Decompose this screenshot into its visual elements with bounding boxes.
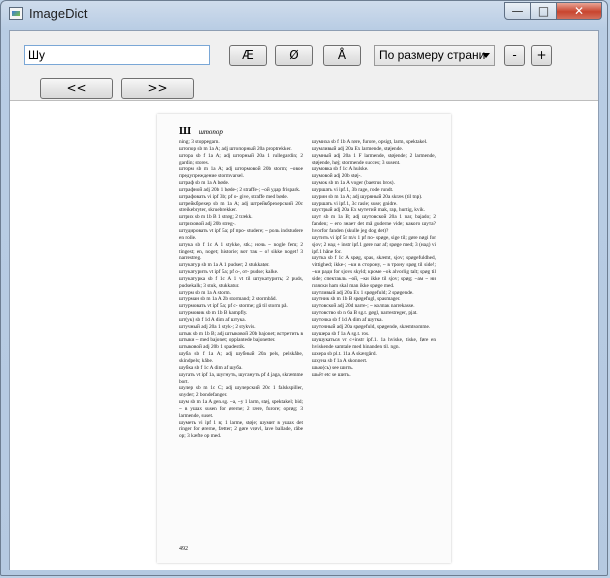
dictionary-entry: шьёт etc se шить. (312, 371, 351, 378)
page-header: Ш штопор (179, 125, 223, 137)
dictionary-entry: штык sb m 1b B; adj штыковой 20b bajonet… (179, 330, 303, 344)
dictionary-entry: шторм sb m 1a A; adj штормовой 20b storm… (179, 166, 303, 180)
zoom-out-button[interactable]: - (504, 45, 525, 66)
dictionary-entry: штраф sb m 1a A bøde. (179, 180, 230, 187)
dictionary-entry: штурмовик sb m 1b B kampfly. (179, 310, 248, 317)
dictionary-entry: шутка sb f 1c A spøg, spas, skæmt, sjov;… (312, 255, 436, 289)
dictionary-entry: штора sb f 1a A; adj шторный 20a 1 rulle… (179, 152, 303, 166)
dictionary-entry: шуточный adj 20a spøgefuld, spøgende, sk… (312, 323, 431, 330)
dictionary-entry: шхера sb pl.t. 11a A skærgård. (312, 351, 377, 358)
dictionary-entry: шум sb m 1a A gen.sg. ~a, ~у 1 larm, stø… (179, 399, 303, 419)
zoom-select-value: По размеру страни (379, 48, 486, 62)
dictionary-entry: ning; 3 stoppegarn. (179, 139, 220, 145)
zoom-select[interactable]: По размеру страни (374, 45, 495, 66)
dictionary-entry: шью(сь) see шить. (312, 364, 354, 371)
page-number: 492 (179, 546, 188, 552)
letter-a-ring-button[interactable]: Å (323, 45, 361, 66)
dictionary-entry: шхуна sb f 1a A skonnert. (312, 358, 368, 364)
running-head: штопор (198, 128, 223, 136)
letter-o-slash-button[interactable]: Ø (275, 45, 313, 66)
dictionary-entry: штрейкбрехер sb m 1a A; adj штрейкбрехер… (179, 200, 303, 214)
dictionary-entry: шуметь vi ipf 1 в; 1 larme, støje; шумит… (179, 419, 303, 440)
dictionary-page: Ш штопор ning; 3 stoppegarn. штопор sb m … (157, 114, 451, 563)
page-viewer[interactable]: Ш штопор ning; 3 stoppegarn. штопор sb m … (10, 100, 598, 570)
app-icon (9, 7, 23, 20)
close-button[interactable]: ✕ (556, 2, 602, 20)
zoom-in-button[interactable]: + (531, 45, 552, 66)
dictionary-entry: штукатурка sb f 1c A 1 vt til штукатурит… (179, 275, 303, 289)
dictionary-entry: штопор sb m 1a A; adj штопорный 20a prop… (179, 145, 292, 152)
dictionary-entry: шумок sb m 1a A voger (baetrus bros). (312, 180, 395, 187)
maximize-button[interactable]: □ (530, 2, 557, 20)
window-title: ImageDict (29, 6, 88, 21)
minimize-button[interactable]: — (504, 2, 531, 20)
dictionary-entry: штукатур sb m 1a A 1 pudser; 2 stukkatør… (179, 262, 270, 269)
dictionary-entry: штучный adj 20a 1 styk-; 2 stykvis. (179, 323, 256, 330)
right-column: шумиха sb f 1b A røre, furore, opsigt, l… (312, 139, 436, 469)
dictionary-entry: шулер sb m 1c C; adj шулерский 20c 1 fal… (179, 385, 303, 399)
chevron-down-icon (482, 53, 490, 58)
dictionary-entry: шт(ук) sb f 1d A dim af штука. (179, 316, 246, 323)
left-column: ning; 3 stoppegarn. штопор sb m 1a A; adj… (179, 139, 303, 544)
dictionary-entry: штриховой adj 20b streg-. (179, 221, 236, 228)
page-letter: Ш (179, 125, 192, 137)
dictionary-entry: шумливый adj 20a Ex larmende, støjende. (312, 145, 404, 152)
client-area: Æ Ø Å По размеру страни - + << >> Ш штоп… (9, 30, 599, 570)
dictionary-entry: шутовской adj 20d narre-; ~ колпак narre… (312, 303, 415, 310)
dictionary-entry: штука sb f 1c A 1 stykke, stk.; ночь ~ n… (179, 241, 303, 262)
dictionary-entry: шутовство sb n 6a B sg.t. gøgl, narrestr… (312, 310, 418, 317)
dictionary-entry: штрафной adj 20b 1 bøde-; 2 straffe-; ~о… (179, 186, 301, 193)
dictionary-entry: шут sb m 1a B; adj шутовской 20a 1 nar, … (312, 214, 436, 234)
dictionary-entry: шурин sb m 1a A; adj шуряный 20a skræs (… (312, 193, 423, 200)
dictionary-entry: шуточка sb f 1d A dim af шутка. (312, 316, 383, 323)
dictionary-entry: шутить vi ipf 5r m/s 1 pf по- spøge, sig… (312, 234, 436, 255)
dictionary-entry: штудировать vt ipf 5a; pf про- studere; … (179, 227, 303, 241)
dictionary-entry: шуршать vi ipf.1, 3b rage, rode rundt. (312, 186, 394, 193)
title-bar[interactable]: ImageDict — □ ✕ (1, 1, 607, 27)
search-input[interactable] (24, 45, 210, 65)
dictionary-entry: шумный adj 20a 1 F larmende, støjende; 2… (312, 152, 436, 166)
dictionary-entry: шубка sb f 1c A dim af шуба. (179, 364, 243, 371)
dictionary-entry: шушукаться vr с+instr ipf.1. 1a hviske, … (312, 337, 436, 351)
prev-page-button[interactable]: << (40, 78, 113, 99)
letter-ae-button[interactable]: Æ (229, 45, 267, 66)
app-window: ImageDict — □ ✕ Æ Ø Å По размеру страни … (0, 0, 608, 576)
dictionary-entry: шугать vt ipf 1a, шугнуть, шугануть pf 4… (179, 371, 303, 385)
dictionary-entry: штрафовать vi ipf 3b; pf о- give, straff… (179, 193, 289, 200)
dictionary-entry: шумиха sb f 1b A røre, furore, opsigt, l… (312, 139, 428, 145)
next-page-button[interactable]: >> (121, 78, 194, 99)
dictionary-entry: шуба sb f 1a A; adj шубный 20a pels, pel… (179, 351, 303, 364)
dictionary-entry: штукатурить vt ipf 5a; pf о-, от- pudse;… (179, 269, 279, 276)
